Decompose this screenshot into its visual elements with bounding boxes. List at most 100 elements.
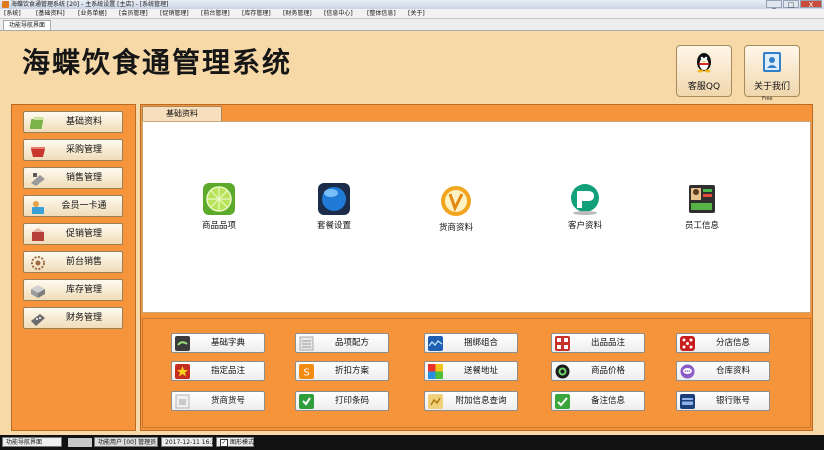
sidebar-item-label: 基础资料 — [65, 117, 102, 127]
button-label: 附加信息查询 — [455, 396, 507, 406]
graphic-mode-toggle[interactable]: ✓ 图形模式 — [216, 437, 254, 447]
module-item-products[interactable]: 商品品项 — [174, 182, 264, 252]
module-icon-area: 商品品项 套餐设置 货商资料 客户资料 员工信息 — [142, 121, 811, 313]
output-note-button[interactable]: 出品品注 — [551, 333, 645, 353]
sidebar-item-label: 财务管理 — [65, 313, 102, 323]
module-item-customers[interactable]: 客户资料 — [540, 182, 630, 252]
sidebar-item-label: 前台销售 — [65, 257, 102, 267]
sidebar-item-label: 会员一卡通 — [61, 201, 107, 211]
support-qq-button[interactable]: 客服QQ — [676, 45, 732, 97]
menu-item-basic-data[interactable]: [基础资料] — [36, 9, 65, 18]
print-barcode-button[interactable]: 打印条码 — [295, 391, 389, 411]
bundle-button[interactable]: 捆绑组合 — [424, 333, 518, 353]
recipe-icon — [299, 336, 314, 351]
about-us-button[interactable]: 关于我们 — [744, 45, 800, 97]
button-label: 货商货号 — [210, 396, 245, 406]
discount-plan-button[interactable]: S 折扣方案 — [295, 361, 389, 381]
close-button[interactable]: X — [800, 0, 822, 9]
sidebar-item-frontdesk-sales[interactable]: 前台销售 — [23, 251, 123, 273]
menu-item-member[interactable]: [会员管理] — [119, 9, 148, 18]
module-item-staff[interactable]: 员工信息 — [657, 182, 747, 252]
button-label: 基础字典 — [210, 338, 245, 348]
menu-item-promotion[interactable]: [促销管理] — [160, 9, 189, 18]
button-label: 商品价格 — [590, 366, 625, 376]
app-header: 海蝶饮食通管理系统 客服QQ 关于我们 Free — [0, 31, 824, 102]
about-contact-icon — [763, 52, 781, 72]
barcode-icon — [299, 394, 314, 409]
menu-item-business-docs[interactable]: [业务单据] — [78, 9, 107, 18]
branch-info-button[interactable]: 分店信息 — [676, 333, 770, 353]
menu-bar: [系统] [基础资料] [业务单据] [会员管理] [促销管理] [前台管理] … — [0, 9, 824, 19]
menu-item-overall-info[interactable]: [整体信息] — [367, 9, 396, 18]
delivery-address-button[interactable]: 送餐地址 — [424, 361, 518, 381]
extra-info-query-button[interactable]: 附加信息查询 — [424, 391, 518, 411]
gear-icon — [31, 256, 45, 270]
sidebar-item-sales[interactable]: 销售管理 — [23, 167, 123, 189]
stock-box-icon — [31, 285, 45, 298]
module-label: 员工信息 — [684, 221, 719, 231]
button-label: 品项配方 — [334, 338, 369, 348]
discount-icon: S — [299, 364, 314, 379]
price-icon — [555, 364, 570, 379]
module-item-combo[interactable]: 套餐设置 — [289, 182, 379, 252]
member-card-icon — [32, 201, 44, 214]
menu-item-finance[interactable]: [财务管理] — [283, 9, 312, 18]
button-label: 指定品注 — [210, 366, 245, 376]
module-label: 货商资料 — [438, 223, 473, 233]
button-label: 备注信息 — [590, 396, 625, 406]
about-us-label: 关于我们 — [753, 82, 790, 92]
bank-icon — [680, 394, 695, 409]
branch-icon — [680, 336, 695, 351]
delivery-icon — [428, 364, 443, 379]
remark-info-button[interactable]: 备注信息 — [551, 391, 645, 411]
sidebar-item-purchase[interactable]: 采购管理 — [23, 139, 123, 161]
module-label: 套餐设置 — [316, 221, 351, 231]
status-user: 功能用户 [00] 管理员 — [94, 437, 158, 447]
app-title: 海蝶饮食通管理系统 — [22, 46, 293, 79]
product-price-button[interactable]: 商品价格 — [551, 361, 645, 381]
customer-icon — [571, 184, 599, 215]
calculator-icon — [31, 314, 45, 326]
menu-item-stock[interactable]: [库存管理] — [242, 9, 271, 18]
designated-note-button[interactable]: 指定品注 — [171, 361, 265, 381]
sidebar: 基础资料 采购管理 销售管理 会员一卡通 促销管理 前台销售 库存管理 财务管理 — [11, 104, 136, 431]
sidebar-item-promotion[interactable]: 促销管理 — [23, 223, 123, 245]
basic-dictionary-button[interactable]: 基础字典 — [171, 333, 265, 353]
sidebar-item-basic-data[interactable]: 基础资料 — [23, 111, 123, 133]
dictionary-icon — [175, 336, 190, 351]
button-label: 分店信息 — [715, 338, 750, 348]
button-label: 银行账号 — [715, 396, 750, 406]
sidebar-item-label: 促销管理 — [65, 229, 102, 239]
module-item-suppliers[interactable]: 货商资料 — [411, 184, 501, 254]
menu-item-about[interactable]: [关于] — [408, 9, 425, 18]
bundle-icon — [428, 336, 443, 351]
sidebar-item-label: 采购管理 — [65, 145, 102, 155]
svg-text:S: S — [303, 368, 309, 379]
bank-account-button[interactable]: 银行账号 — [676, 391, 770, 411]
menu-item-info-center[interactable]: [信息中心] — [324, 9, 353, 18]
star-icon — [175, 364, 190, 379]
graphic-mode-checkbox-icon: ✓ — [220, 438, 228, 447]
tab-function-nav[interactable]: 功能导航界面 — [3, 20, 52, 30]
maximize-button[interactable]: □ — [783, 0, 799, 9]
recipe-button[interactable]: 品项配方 — [295, 333, 389, 353]
sidebar-item-member-card[interactable]: 会员一卡通 — [23, 195, 123, 217]
sidebar-item-finance[interactable]: 财务管理 — [23, 307, 123, 329]
button-label: 出品品注 — [590, 338, 625, 348]
warehouse-data-button[interactable]: 仓库资料 — [676, 361, 770, 381]
basket-icon — [31, 147, 45, 157]
supplier-item-code-button[interactable]: 货商货号 — [171, 391, 265, 411]
lime-icon — [203, 183, 235, 215]
menu-item-frontdesk[interactable]: [前台管理] — [201, 9, 230, 18]
button-label: 仓库资料 — [715, 366, 750, 376]
menu-item-system[interactable]: [系统] — [4, 9, 21, 18]
window-controls: _ □ X — [766, 0, 822, 9]
minimize-button[interactable]: _ — [766, 0, 782, 9]
notebook-icon — [30, 117, 44, 129]
module-label: 商品品项 — [201, 221, 236, 231]
staff-icon — [689, 185, 715, 213]
blue-orb-icon — [318, 183, 350, 215]
sidebar-item-stock[interactable]: 库存管理 — [23, 279, 123, 301]
tab-basic-data[interactable]: 基础资料 — [142, 106, 222, 121]
button-label: 打印条码 — [334, 396, 369, 406]
